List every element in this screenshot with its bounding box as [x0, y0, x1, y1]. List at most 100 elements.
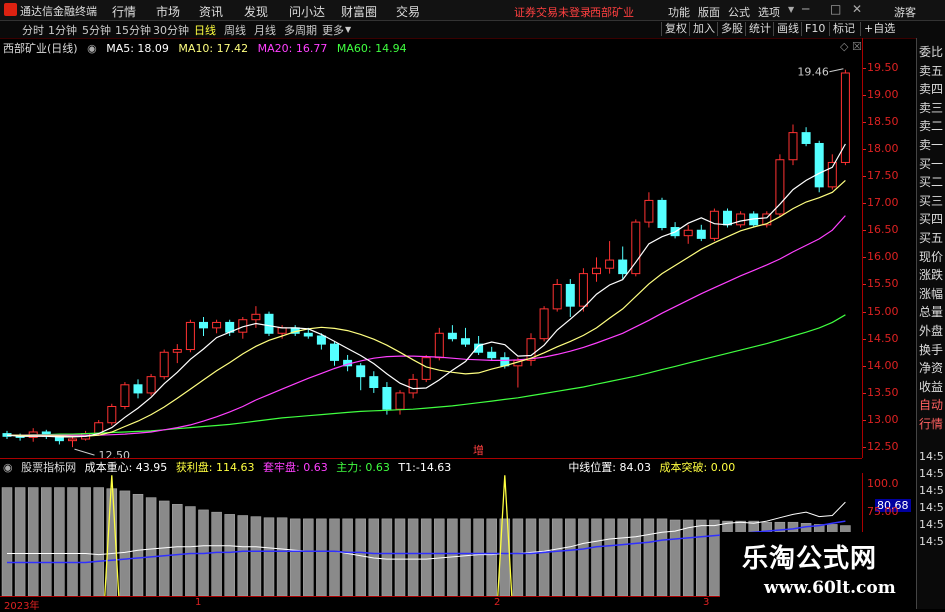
period-tab-5min[interactable]: 5分钟 [82, 22, 111, 38]
price-tick-mark [863, 176, 866, 177]
login-notice[interactable]: 证券交易未登录 [514, 4, 591, 20]
side-item[interactable]: 买四 [919, 213, 943, 226]
indicator-bar [342, 518, 353, 596]
more-dropdown-icon[interactable]: ▼ [345, 25, 351, 34]
candle-body [382, 387, 392, 410]
menu-item-trade[interactable]: 交易 [396, 3, 420, 20]
tool-f10-button[interactable]: F10 [801, 22, 828, 36]
price-tick: 17.00 [867, 196, 899, 210]
tool-stats-button[interactable]: 统计 [745, 22, 774, 36]
candlestick-chart[interactable]: 19.46 12.50 增 [0, 54, 862, 458]
tool-adjust-button[interactable]: 复权 [661, 22, 690, 36]
side-item[interactable]: 净资 [919, 362, 943, 375]
candle-body [592, 267, 601, 275]
indicator-bar [538, 518, 550, 596]
period-tab-more[interactable]: 更多 [322, 22, 344, 38]
side-item[interactable]: 买三 [919, 194, 943, 208]
dropdown-icon[interactable]: ▼ [788, 5, 794, 14]
restore-icon[interactable]: □ [830, 2, 841, 16]
period-tab-daily[interactable]: 日线 [194, 22, 216, 38]
menu-item-news[interactable]: 资讯 [199, 3, 223, 20]
side-item[interactable]: 涨幅 [919, 287, 943, 301]
candle-body [461, 338, 470, 345]
menu-item-layout[interactable]: 版面 [698, 4, 720, 20]
tool-draw-button[interactable]: 画线 [773, 22, 802, 36]
panel-close-icon[interactable]: ☒ [852, 40, 862, 53]
indicator-bar [473, 518, 484, 596]
menu-item-discover[interactable]: 发现 [244, 3, 268, 20]
indicator-bar [303, 518, 314, 596]
app-logo-icon [4, 3, 17, 16]
side-item[interactable]: 自动 [919, 399, 943, 412]
candle-body [683, 229, 693, 237]
indicator-bar [591, 518, 602, 596]
menu-item-formula[interactable]: 公式 [728, 4, 750, 20]
menu-item-market[interactable]: 市场 [156, 3, 180, 20]
ma5-line [6, 143, 846, 438]
tool-mark-button[interactable]: 标记 [829, 22, 858, 36]
side-item[interactable]: 现价 [919, 250, 943, 264]
indicator-bar [381, 518, 393, 596]
candle-body [356, 365, 366, 378]
candle-body [788, 132, 798, 161]
side-item[interactable]: 收益 [919, 380, 943, 394]
side-item[interactable]: 总量 [919, 306, 943, 319]
tool-add-button[interactable]: 加入 [689, 22, 718, 36]
side-item[interactable]: 卖一 [919, 139, 943, 152]
indicator-bar [185, 506, 196, 596]
menu-item-wealth[interactable]: 财富圈 [341, 3, 377, 20]
close-icon[interactable]: ✕ [852, 2, 862, 16]
side-item[interactable]: 外盘 [919, 325, 943, 338]
candle-body [395, 392, 405, 410]
period-tab-15min[interactable]: 15分钟 [115, 22, 151, 38]
price-tick-mark [863, 365, 866, 367]
side-item[interactable]: 行情 [919, 418, 943, 431]
period-tab-1min[interactable]: 1分钟 [48, 22, 77, 38]
indicator-bar [420, 518, 432, 596]
minimize-icon[interactable]: ─ [802, 2, 809, 16]
side-item[interactable]: 换手 [919, 343, 943, 357]
tool-multistock-button[interactable]: 多股 [717, 22, 746, 36]
indicator-bar [316, 518, 327, 596]
candle-body [251, 313, 261, 321]
period-tab-weekly[interactable]: 周线 [224, 22, 246, 38]
period-tab-30min[interactable]: 30分钟 [153, 22, 189, 38]
menu-item-function[interactable]: 功能 [668, 4, 690, 20]
high-price-label: 19.46 [797, 66, 829, 79]
side-time: 14:5 [919, 484, 944, 497]
side-item[interactable]: 涨跌 [919, 269, 943, 282]
side-item[interactable]: 卖五 [919, 64, 943, 78]
tool-watchlist-button[interactable]: +自选 [860, 22, 898, 36]
price-tick-mark [863, 392, 866, 394]
side-item[interactable]: 卖四 [919, 83, 943, 96]
period-tab-monthly[interactable]: 月线 [254, 22, 276, 38]
side-time: 14:5 [919, 518, 944, 531]
indicator-bar [709, 519, 720, 596]
side-item[interactable]: 卖三 [919, 101, 943, 115]
time-label-month-1: 1 [195, 597, 202, 608]
menu-item-quotes[interactable]: 行情 [112, 3, 136, 20]
indicator-bar [460, 518, 471, 596]
price-axis: 19.50 19.00 18.50 18.00 17.50 17.00 16.50 16.00… [862, 38, 915, 458]
period-tab-multi[interactable]: 多周期 [284, 22, 317, 38]
indicator-bar [224, 514, 235, 596]
price-tick-mark [863, 94, 866, 96]
side-item[interactable]: 买二 [919, 176, 943, 189]
period-tab-intraday[interactable]: 分时 [22, 22, 44, 38]
side-item[interactable]: 委比 [919, 46, 943, 59]
collapse-icon[interactable]: ◇ [840, 40, 848, 53]
indicator-bar [27, 487, 39, 596]
side-item[interactable]: 买五 [919, 232, 943, 245]
candle-body [644, 199, 654, 223]
indicator-bar [551, 518, 563, 596]
menu-item-options[interactable]: 选项 [758, 4, 780, 20]
menu-item-assistant[interactable]: 问小达 [289, 3, 325, 20]
price-tick: 13.50 [867, 385, 899, 399]
side-item[interactable]: 买一 [919, 157, 943, 171]
price-tick: 14.00 [867, 358, 899, 372]
side-item[interactable]: 卖二 [919, 120, 943, 133]
side-time: 14:5 [919, 467, 944, 480]
indicator-bar [407, 518, 419, 596]
candle-body [657, 199, 667, 229]
guest-user[interactable]: 游客 [894, 4, 916, 20]
